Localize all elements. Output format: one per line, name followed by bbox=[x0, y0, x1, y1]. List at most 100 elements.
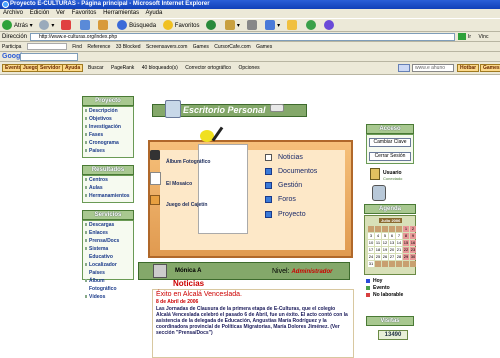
stop-button[interactable] bbox=[61, 19, 73, 33]
email-icon[interactable] bbox=[398, 64, 410, 72]
calendar-day[interactable] bbox=[389, 226, 395, 232]
app-gestion[interactable]: Gestión bbox=[265, 181, 302, 190]
link-hermanamientos[interactable]: Hermanamientos bbox=[83, 192, 133, 200]
app-documentos[interactable]: Documentos bbox=[265, 167, 317, 176]
app-foros[interactable]: Foros bbox=[265, 195, 296, 204]
link-games[interactable]: Games bbox=[193, 44, 209, 50]
calendar-day[interactable] bbox=[396, 226, 402, 232]
app-noticias[interactable]: Noticias bbox=[265, 153, 303, 162]
menu-herramientas[interactable]: Herramientas bbox=[103, 10, 139, 16]
calendar-day[interactable]: 18 bbox=[375, 247, 381, 253]
calendar-day[interactable]: 27 bbox=[389, 254, 395, 260]
link-enlaces[interactable]: Enlaces bbox=[83, 229, 133, 237]
calendar-day[interactable]: 29 bbox=[403, 254, 409, 260]
link-descargas[interactable]: Descargas bbox=[83, 221, 133, 229]
go-button[interactable]: Ir Vínc bbox=[458, 33, 488, 41]
calendar-day[interactable]: 20 bbox=[389, 247, 395, 253]
link-fases[interactable]: Fases bbox=[83, 131, 133, 139]
search-button[interactable]: Búsqueda bbox=[117, 19, 156, 33]
calendar-day[interactable]: 21 bbox=[396, 247, 402, 253]
calendar-day[interactable] bbox=[375, 261, 381, 267]
calendar-day[interactable]: 8 bbox=[403, 233, 409, 239]
pagerank-button[interactable]: PageRank bbox=[111, 65, 134, 71]
forward-button[interactable]: ▾ bbox=[39, 19, 54, 33]
menu-archivo[interactable]: Archivo bbox=[3, 10, 23, 16]
calendar-day[interactable]: 25 bbox=[375, 254, 381, 260]
link-cursorcafe[interactable]: CursorCafe.com bbox=[214, 44, 250, 50]
print-button[interactable] bbox=[246, 19, 259, 33]
cerrar-sesion-button[interactable]: Cerrar Sesión bbox=[369, 152, 411, 161]
cambiar-clave-button[interactable]: Cambiar Clave bbox=[369, 138, 411, 147]
address-input[interactable]: http://www.e-culturas.org/index.php bbox=[30, 33, 455, 41]
link-centros[interactable]: Centros bbox=[83, 176, 133, 184]
calendar-day[interactable]: 1 bbox=[403, 226, 409, 232]
menu-ayuda[interactable]: Ayuda bbox=[145, 10, 162, 16]
calendar-day[interactable]: 16 bbox=[410, 240, 416, 246]
link-prensa[interactable]: Prensa/Docs bbox=[83, 237, 133, 245]
link-sistema-educativo[interactable]: Sistema Educativo bbox=[83, 245, 133, 261]
link-games-2[interactable]: Games bbox=[256, 44, 272, 50]
link-reference[interactable]: Reference bbox=[87, 44, 110, 50]
calendar-day[interactable]: 5 bbox=[382, 233, 388, 239]
calendar-day[interactable]: 19 bbox=[382, 247, 388, 253]
calendar-day[interactable] bbox=[368, 226, 374, 232]
link-el-mosaico[interactable]: El Mosaico bbox=[166, 181, 192, 187]
news-title[interactable]: Éxito en Alcalá Venceslada. bbox=[156, 291, 350, 299]
menu-ver[interactable]: Ver bbox=[56, 10, 65, 16]
calendar-day[interactable]: 31 bbox=[368, 261, 374, 267]
link-videos[interactable]: Vídeos bbox=[83, 293, 133, 301]
spellcheck-button[interactable]: Corrector ortográfico bbox=[185, 65, 231, 71]
calendar-day[interactable]: 12 bbox=[382, 240, 388, 246]
calendar-day[interactable]: 3 bbox=[368, 233, 374, 239]
calendar-day[interactable]: 23 bbox=[410, 247, 416, 253]
back-button[interactable]: Atrás ▾ bbox=[2, 19, 33, 33]
home-button[interactable] bbox=[98, 19, 110, 33]
refresh-button[interactable] bbox=[79, 19, 92, 33]
calendar-day[interactable]: 22 bbox=[403, 247, 409, 253]
link-investigacion[interactable]: Investigación bbox=[83, 123, 133, 131]
link-screensavers[interactable]: Screensavers.com bbox=[146, 44, 187, 50]
link-juego-cajetin[interactable]: Juego del Cajetín bbox=[166, 202, 207, 208]
notebook-icon[interactable] bbox=[150, 172, 161, 185]
mailbox-icon[interactable] bbox=[372, 185, 386, 201]
link-descripcion[interactable]: Descripción bbox=[83, 107, 133, 115]
puzzle-icon[interactable] bbox=[150, 195, 160, 205]
menu-edicion[interactable]: Edición bbox=[30, 10, 50, 16]
calendar-day[interactable]: 14 bbox=[396, 240, 402, 246]
calendar-day[interactable] bbox=[375, 226, 381, 232]
mail-button[interactable]: ▾ bbox=[224, 19, 240, 33]
calculator-icon[interactable] bbox=[150, 150, 160, 160]
link-objetivos[interactable]: Objetivos bbox=[83, 115, 133, 123]
calendar-day[interactable]: 10 bbox=[368, 240, 374, 246]
history-button[interactable] bbox=[206, 19, 218, 33]
calendar-day[interactable] bbox=[389, 261, 395, 267]
options-button[interactable]: Opciones bbox=[238, 65, 259, 71]
popup-blocked-button[interactable]: 40 bloqueado(s) bbox=[142, 65, 178, 71]
games-button[interactable]: Games bbox=[480, 64, 500, 72]
google-search-input[interactable] bbox=[20, 53, 78, 61]
favorites-button[interactable]: Favoritos bbox=[162, 19, 199, 33]
link-paises[interactable]: Países bbox=[83, 147, 133, 155]
calendar-day[interactable]: 17 bbox=[368, 247, 374, 253]
hotbar-button[interactable]: Hotbar bbox=[457, 64, 480, 72]
link-album[interactable]: Álbum Fotográfico bbox=[83, 277, 133, 293]
calendar-day[interactable]: 9 bbox=[410, 233, 416, 239]
folder-button[interactable] bbox=[286, 19, 299, 33]
link-aulas[interactable]: Aulas bbox=[83, 184, 133, 192]
calendar-day[interactable]: 13 bbox=[389, 240, 395, 246]
messenger-button[interactable] bbox=[305, 19, 318, 33]
menu-favoritos[interactable]: Favoritos bbox=[72, 10, 97, 16]
calendar-day[interactable]: 4 bbox=[375, 233, 381, 239]
calendar-day[interactable] bbox=[396, 261, 402, 267]
calendar-day[interactable]: 2 bbox=[410, 226, 416, 232]
link-find[interactable]: Find bbox=[72, 44, 82, 50]
buscar-button[interactable]: Buscar bbox=[88, 65, 104, 71]
calendar-day[interactable]: 6 bbox=[389, 233, 395, 239]
toolbar-search-input[interactable] bbox=[26, 43, 67, 51]
ayuda-button[interactable]: Ayuda bbox=[62, 64, 84, 72]
calendar-day[interactable]: 30 bbox=[410, 254, 416, 260]
link-album-fotografico[interactable]: Álbum Fotográfico bbox=[166, 159, 210, 165]
calendar-day[interactable] bbox=[403, 261, 409, 267]
calendar-day[interactable] bbox=[410, 261, 416, 267]
research-button[interactable] bbox=[324, 19, 336, 33]
